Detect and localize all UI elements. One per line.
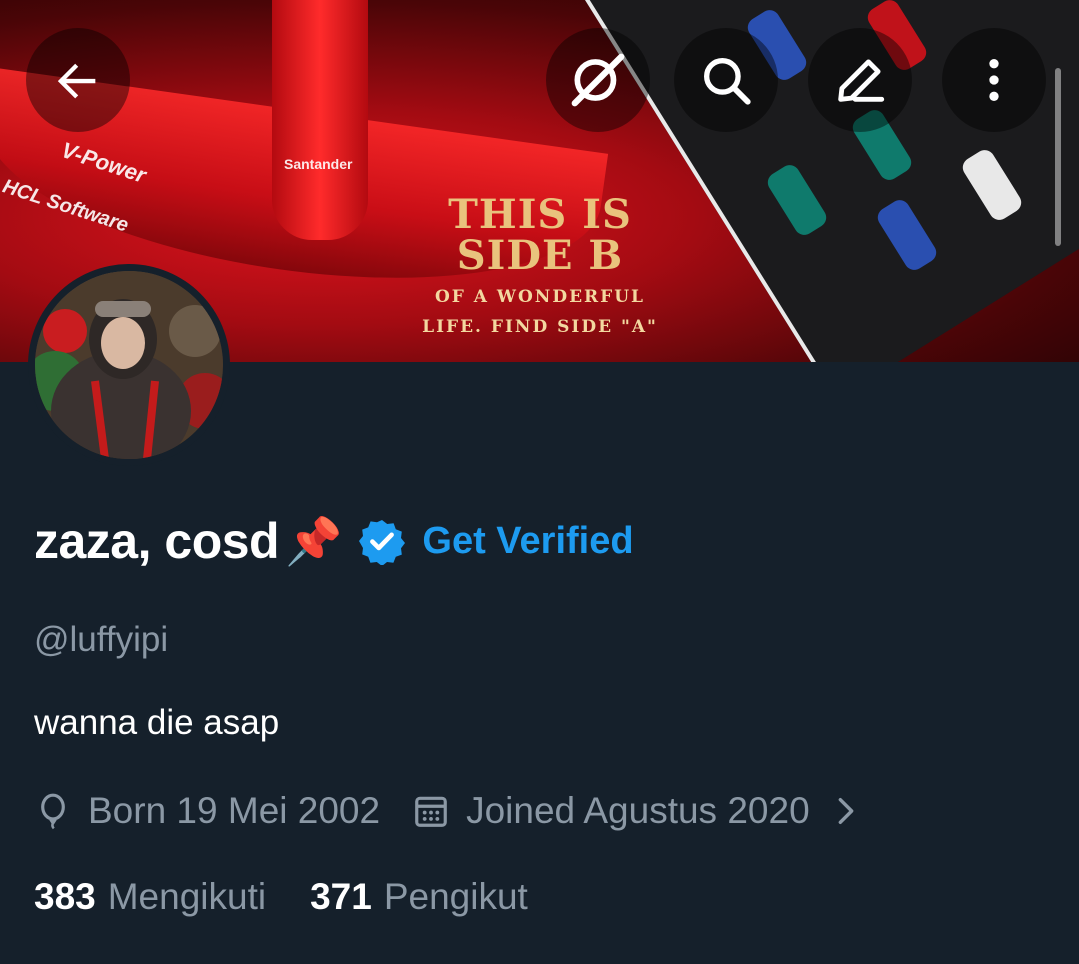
- banner-poster: THIS IS SIDE B OF A WONDERFUL LIFE. FIND…: [405, 191, 675, 338]
- profile-meta[interactable]: Born 19 Mei 2002 Joined Agustus 2020: [34, 790, 860, 832]
- more-vertical-icon: [989, 59, 999, 101]
- pencil-icon: [838, 59, 885, 102]
- banner-sponsor-text: Santander: [284, 156, 353, 172]
- follow-stats: 383 Mengikuti 371 Pengikut: [34, 876, 528, 918]
- birth-date: Born 19 Mei 2002: [88, 790, 381, 831]
- grok-icon: [571, 53, 625, 107]
- calendar-icon: [415, 796, 447, 827]
- followers-label: Pengikut: [383, 876, 528, 917]
- following-count: 383: [34, 876, 96, 917]
- display-name: zaza, cosd: [34, 513, 280, 569]
- back-button[interactable]: [26, 28, 130, 132]
- poster-line: SIDE B: [456, 232, 624, 279]
- arrow-left-icon: [57, 63, 96, 99]
- poster-line: LIFE. FIND SIDE "A": [422, 317, 658, 337]
- pushpin-icon: 📌: [285, 515, 343, 567]
- banner-nose-graphic: [272, 0, 368, 240]
- chevron-right-icon: [838, 797, 854, 825]
- poster-line: OF A WONDERFUL: [434, 287, 646, 307]
- search-button[interactable]: [674, 28, 778, 132]
- get-verified-link[interactable]: Get Verified: [422, 520, 633, 563]
- search-icon: [704, 58, 751, 105]
- avatar[interactable]: [28, 264, 230, 466]
- name-row: zaza, cosd 📌 Get Verified: [34, 512, 634, 570]
- avatar-image: [35, 271, 223, 459]
- verified-badge-icon[interactable]: [358, 517, 406, 565]
- grok-button[interactable]: [546, 28, 650, 132]
- followers-link[interactable]: 371 Pengikut: [310, 876, 528, 918]
- balloon-icon: [41, 793, 65, 830]
- profile-bio: wanna die asap: [34, 703, 280, 742]
- poster-line: THIS IS: [448, 191, 632, 238]
- profile-handle: @luffyipi: [34, 620, 169, 659]
- scrollbar[interactable]: [1055, 68, 1061, 246]
- more-button[interactable]: [942, 28, 1046, 132]
- joined-date: Joined Agustus 2020: [466, 790, 810, 831]
- following-label: Mengikuti: [107, 876, 267, 917]
- followers-count: 371: [310, 876, 372, 917]
- edit-button[interactable]: [808, 28, 912, 132]
- avatar-photo: [35, 271, 223, 459]
- following-link[interactable]: 383 Mengikuti: [34, 876, 266, 918]
